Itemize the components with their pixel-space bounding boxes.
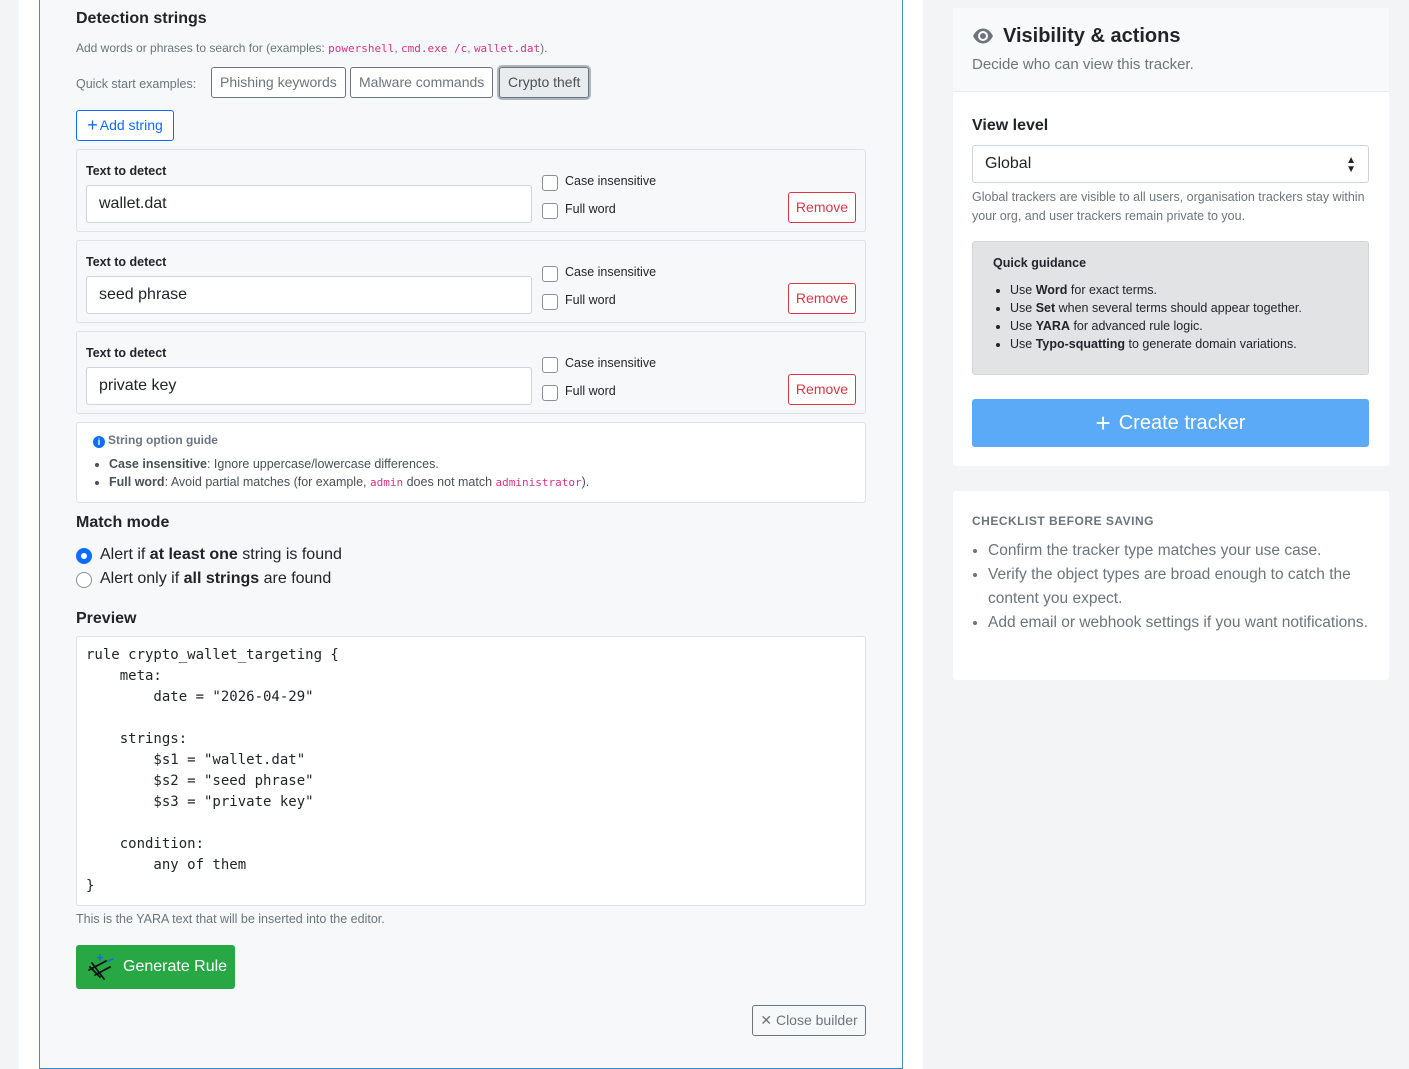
plus-icon: + (87, 115, 98, 135)
string-card: Text to detect wallet.dat Case insensiti… (76, 149, 866, 232)
remove-button[interactable]: Remove (788, 283, 856, 314)
view-level-help: Global trackers are visible to all users… (972, 190, 1365, 223)
close-icon: ✕ (760, 1012, 773, 1028)
string-input[interactable]: wallet.dat (86, 185, 532, 223)
visibility-subtitle: Decide who can view this tracker. (972, 56, 1194, 73)
case-insensitive-checkbox[interactable] (542, 357, 558, 373)
info-icon: i (93, 436, 105, 448)
string-option-guide: iString option guide Case insensitive: I… (76, 422, 866, 503)
case-insensitive-label: Case insensitive (565, 265, 657, 279)
checklist-card: CHECKLIST BEFORE SAVING Confirm the trac… (953, 491, 1389, 680)
eye-icon (973, 28, 993, 44)
select-caret-icon: ▲ ▼ (1346, 155, 1356, 175)
match-all-radio[interactable] (76, 572, 92, 588)
case-insensitive-checkbox[interactable] (542, 266, 558, 282)
case-insensitive-checkbox[interactable] (542, 175, 558, 191)
match-any-label[interactable]: Alert if at least one string is found (100, 546, 342, 564)
create-tracker-button[interactable]: + Create tracker (972, 399, 1369, 447)
string-input[interactable]: seed phrase (86, 276, 532, 314)
guidance-item: Use Set when several terms should appear… (1010, 301, 1302, 315)
case-insensitive-label: Case insensitive (565, 356, 657, 370)
string-card: Text to detect private key Case insensit… (76, 331, 866, 414)
visibility-title: Visibility & actions (1003, 25, 1181, 47)
add-string-button[interactable]: + Add string (76, 110, 174, 141)
remove-button[interactable]: Remove (788, 192, 856, 223)
plus-icon: + (1095, 408, 1111, 438)
guidance-item: Use Word for exact terms. (1010, 283, 1302, 297)
example-code: wallet.dat (473, 42, 541, 55)
guide-title: String option guide (108, 433, 218, 447)
match-mode-title: Match mode (76, 514, 170, 531)
view-level-select[interactable]: Global ▲ ▼ (972, 145, 1369, 183)
match-any-radio[interactable] (76, 548, 92, 564)
quick-guidance-title: Quick guidance (993, 256, 1087, 270)
full-word-checkbox[interactable] (542, 385, 558, 401)
string-card: Text to detect seed phrase Case insensit… (76, 240, 866, 323)
checklist-item: Add email or webhook settings if you wan… (988, 611, 1377, 635)
full-word-label: Full word (565, 202, 616, 216)
preview-title: Preview (76, 610, 137, 627)
yara-preview[interactable]: rule crypto_wallet_targeting { meta: dat… (76, 636, 866, 906)
quick-start-crypto-button[interactable]: Crypto theft (499, 67, 590, 98)
quick-start-phishing-button[interactable]: Phishing keywords (211, 67, 346, 98)
guide-item: Full word: Avoid partial matches (for ex… (109, 475, 589, 489)
example-code: powershell (328, 42, 395, 55)
preview-help: This is the YARA text that will be inser… (76, 912, 385, 926)
close-builder-button[interactable]: ✕ Close builder (752, 1005, 866, 1036)
string-input[interactable]: private key (86, 367, 532, 405)
full-word-label: Full word (565, 384, 616, 398)
detection-hint: Add words or phrases to search for (exam… (76, 41, 548, 55)
quick-guidance: Quick guidance Use Word for exact terms.… (972, 241, 1369, 375)
generate-rule-button[interactable]: Generate Rule (76, 945, 235, 989)
checklist-item: Verify the object types are broad enough… (988, 563, 1377, 611)
full-word-checkbox[interactable] (542, 203, 558, 219)
guidance-item: Use YARA for advanced rule logic. (1010, 319, 1302, 333)
match-all-label[interactable]: Alert only if all strings are found (100, 570, 331, 588)
guidance-item: Use Typo-squatting to generate domain va… (1010, 337, 1302, 351)
quick-start-label: Quick start examples: (76, 77, 197, 91)
quick-start-malware-button[interactable]: Malware commands (350, 67, 494, 98)
checklist-item: Confirm the tracker type matches your us… (988, 539, 1377, 563)
view-level-label: View level (972, 117, 1049, 134)
full-word-checkbox[interactable] (542, 294, 558, 310)
text-to-detect-label: Text to detect (86, 346, 167, 360)
example-code: cmd.exe /c (401, 42, 468, 55)
case-insensitive-label: Case insensitive (565, 174, 657, 188)
full-word-label: Full word (565, 293, 616, 307)
checklist-title: CHECKLIST BEFORE SAVING (972, 514, 1154, 528)
magic-wand-icon (88, 954, 114, 980)
text-to-detect-label: Text to detect (86, 255, 167, 269)
visibility-header: Visibility & actions Decide who can view… (953, 8, 1389, 92)
guide-item: Case insensitive: Ignore uppercase/lower… (109, 457, 589, 471)
remove-button[interactable]: Remove (788, 374, 856, 405)
text-to-detect-label: Text to detect (86, 164, 167, 178)
visibility-card: Visibility & actions Decide who can view… (953, 8, 1389, 466)
detection-strings-title: Detection strings (76, 10, 207, 27)
